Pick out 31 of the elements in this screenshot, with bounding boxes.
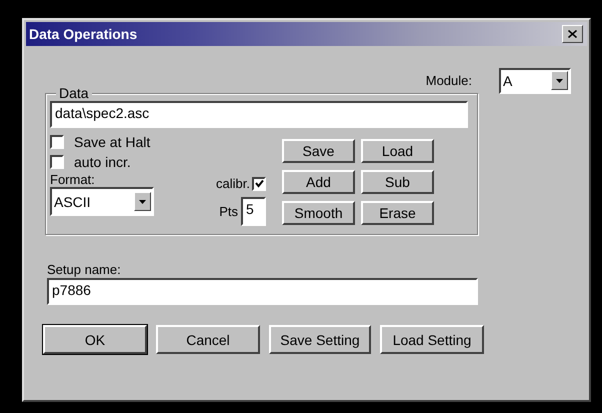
setup-name-field[interactable]: p7886 (47, 278, 478, 305)
dialog-button[interactable]: Cancel (156, 325, 260, 354)
format-dropdown[interactable]: ASCII (50, 187, 154, 216)
dialog-button[interactable]: Load Setting (380, 325, 484, 354)
action-button[interactable]: Erase (361, 201, 434, 225)
dropdown-arrow-icon (139, 200, 146, 204)
format-label: Format: (50, 172, 96, 187)
action-button[interactable]: Sub (361, 170, 434, 194)
checkbox-label: auto incr. (74, 154, 131, 170)
pts-field[interactable]: 5 (241, 197, 266, 226)
group-title: Data (56, 85, 92, 101)
calibr-label: calibr. (216, 176, 250, 191)
close-icon (568, 30, 577, 38)
action-button[interactable]: Save (282, 139, 355, 163)
pts-label: Pts (219, 204, 238, 219)
checkbox[interactable] (50, 135, 64, 149)
window-title: Data Operations (29, 26, 138, 42)
module-label: Module: (426, 73, 472, 88)
dropdown-arrow-icon (556, 78, 563, 82)
dialog-button[interactable]: OK (43, 325, 147, 354)
checkbox[interactable] (50, 155, 64, 169)
module-dropdown[interactable]: A (499, 68, 571, 94)
calibr-checkbox[interactable] (252, 176, 266, 190)
close-button[interactable] (562, 25, 583, 43)
path-field[interactable]: data\spec2.asc (50, 101, 468, 128)
action-button[interactable]: Add (282, 170, 355, 194)
dialog-button[interactable]: Save Setting (269, 325, 371, 354)
checkbox-label: Save at Halt (74, 134, 150, 150)
action-button[interactable]: Load (361, 139, 434, 163)
setup-name-label: Setup name: (47, 262, 122, 277)
action-button[interactable]: Smooth (282, 201, 355, 225)
